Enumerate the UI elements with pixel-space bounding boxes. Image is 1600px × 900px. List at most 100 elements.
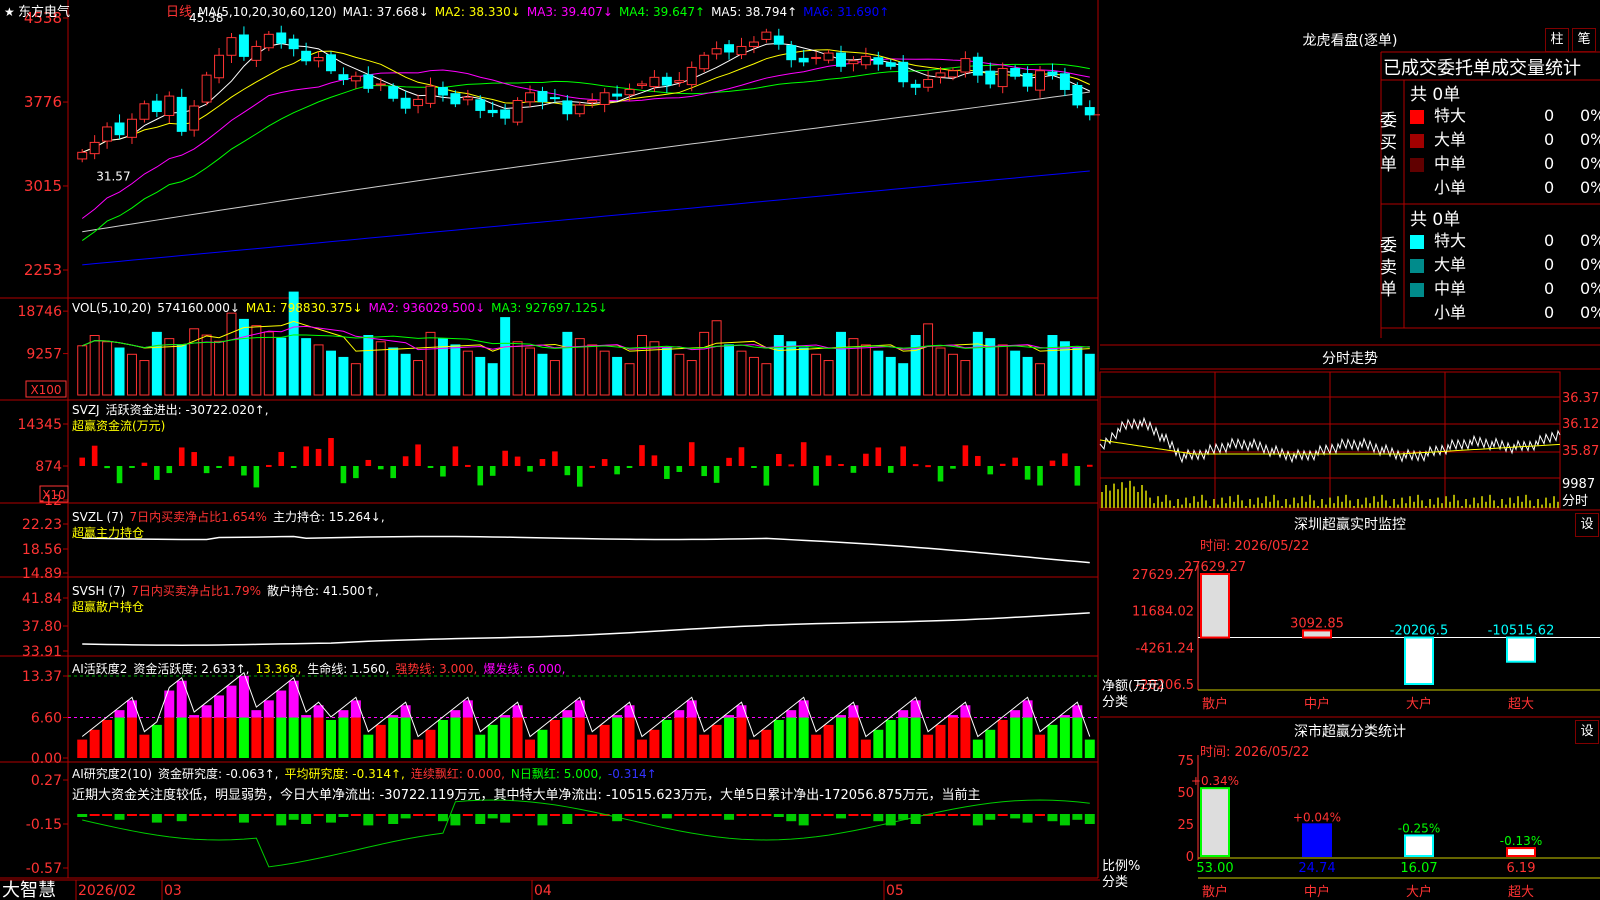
candle-body bbox=[587, 99, 598, 103]
volume-bar bbox=[537, 353, 548, 396]
ai2-bar bbox=[798, 814, 809, 826]
class-stats-value-label: 16.07 bbox=[1400, 861, 1437, 876]
ai2-bar bbox=[375, 814, 386, 816]
ai2-bar bbox=[525, 814, 535, 816]
candle-body bbox=[898, 61, 909, 83]
vol-legend-item: 574160.000↓ bbox=[157, 301, 240, 315]
volume-bar bbox=[1022, 356, 1033, 396]
svzj-bar bbox=[340, 466, 347, 484]
intraday-volume-bar bbox=[1121, 482, 1123, 508]
sell-order-row: 小单 0 0% bbox=[1408, 301, 1600, 325]
buy-order-row: 小单 0 0% bbox=[1408, 176, 1600, 200]
ai-burst-bar bbox=[1010, 710, 1021, 718]
candle-body bbox=[201, 74, 212, 103]
intraday-axis-label: 35.87 bbox=[1562, 444, 1599, 459]
sell-order-name: 大单 bbox=[1434, 255, 1467, 274]
intraday-volume-bar bbox=[1265, 496, 1267, 508]
intraday-volume-bar bbox=[1477, 503, 1479, 508]
svzj-legend-item: 活跃资金进出: -30722.020↑, bbox=[106, 402, 269, 417]
intraday-volume-bar bbox=[1213, 499, 1215, 508]
ai-bar bbox=[860, 739, 871, 758]
intraday-volume-bar bbox=[1413, 501, 1415, 508]
sz-monitor-settings-button[interactable]: 设 bbox=[1575, 513, 1599, 537]
bar-mode-button[interactable]: 柱 bbox=[1545, 28, 1569, 52]
volume-bar bbox=[114, 347, 125, 396]
sz-monitor-bar bbox=[1302, 629, 1332, 639]
candle-body bbox=[1072, 84, 1083, 106]
ai-bar bbox=[127, 717, 137, 758]
candle-body bbox=[400, 97, 411, 109]
candle-body bbox=[972, 56, 983, 76]
svzj-bar bbox=[390, 466, 396, 479]
ai-bar bbox=[699, 734, 710, 758]
ai2-bar bbox=[462, 814, 473, 816]
ai2-bar bbox=[711, 814, 722, 816]
ai2-bar bbox=[301, 814, 312, 824]
ai2-bar bbox=[836, 814, 846, 819]
class-stats-value-label: 6.19 bbox=[1507, 861, 1536, 876]
intraday-volume-bar bbox=[1517, 496, 1519, 508]
volume-bar bbox=[960, 360, 971, 396]
date-start-label: 2026/02 bbox=[78, 883, 136, 899]
svzj-bar bbox=[203, 466, 210, 474]
ai-bar bbox=[251, 717, 262, 758]
ai2-legend-item: 平均研究度: -0.314↑, bbox=[284, 766, 404, 781]
ai2-bar bbox=[649, 814, 660, 816]
svzj-axis-label: 874 bbox=[35, 459, 62, 475]
volume-bar bbox=[326, 350, 336, 396]
candle-body bbox=[313, 56, 324, 62]
class-stats-change-label: +0.04% bbox=[1293, 810, 1341, 824]
svzj-bar bbox=[838, 463, 844, 466]
sz-monitor-bar bbox=[1506, 636, 1536, 663]
intraday-volume-bar bbox=[1365, 497, 1367, 508]
intraday-volume-bar bbox=[1313, 500, 1315, 508]
candle-body bbox=[238, 34, 249, 57]
ai2-bar bbox=[400, 814, 411, 819]
intraday-volume-bar bbox=[1101, 492, 1103, 508]
ai-bar bbox=[313, 717, 324, 758]
tick-mode-button[interactable]: 笔 bbox=[1572, 28, 1596, 52]
price-axis-label: 3015 bbox=[24, 177, 62, 195]
sell-order-count: 0 bbox=[1544, 279, 1555, 298]
ai-bar bbox=[288, 717, 299, 758]
ai-legend-item: 13.368, bbox=[255, 662, 301, 676]
buy-order-percent: 0% bbox=[1580, 154, 1600, 173]
ai-legend-item: AI活跃度2 bbox=[72, 661, 127, 676]
ai-bar bbox=[649, 729, 660, 758]
intraday-volume-bar bbox=[1113, 483, 1115, 508]
candle-body bbox=[437, 86, 448, 96]
ai-bar bbox=[350, 717, 361, 758]
ai2-bar bbox=[1059, 814, 1070, 826]
ai-bar bbox=[1010, 717, 1021, 758]
ai-bar bbox=[873, 729, 884, 758]
volume-bar bbox=[400, 353, 411, 396]
svzj-bar bbox=[975, 455, 981, 466]
volume-bar bbox=[201, 334, 212, 396]
intraday-volume-bar bbox=[1189, 503, 1191, 508]
sell-order-percent: 0% bbox=[1580, 279, 1600, 298]
ai2-bar bbox=[288, 814, 299, 820]
intraday-volume-bar bbox=[1473, 497, 1475, 508]
kline-chart-area[interactable]: 453837763015225345.3831.57★ 东方电气 日线 MA(5,10… bbox=[0, 0, 1600, 900]
ai-bar bbox=[935, 724, 946, 758]
intraday-volume-bar bbox=[1525, 494, 1527, 508]
class-stats-settings-button[interactable]: 设 bbox=[1575, 720, 1599, 744]
ai-bar bbox=[537, 729, 548, 758]
candle-body bbox=[823, 52, 834, 61]
volume-bar bbox=[1047, 335, 1058, 396]
candle-body bbox=[102, 126, 113, 142]
ai2-bar bbox=[674, 814, 685, 816]
volume-bar bbox=[1084, 353, 1095, 396]
svzj-bar bbox=[266, 464, 272, 467]
candle-body bbox=[226, 37, 237, 56]
sz-monitor-title: 深圳超赢实时监控 bbox=[1294, 517, 1406, 533]
intraday-volume-bar bbox=[1229, 496, 1231, 508]
ai2-bar bbox=[500, 814, 511, 823]
ai2-bar bbox=[1035, 814, 1045, 816]
svzj-bar bbox=[1062, 453, 1068, 466]
stock-name: 东方电气 bbox=[18, 4, 70, 20]
intraday-volume-bar bbox=[1237, 494, 1239, 508]
candle-body bbox=[748, 41, 759, 47]
ai-bar bbox=[263, 717, 274, 758]
volume-bar bbox=[935, 347, 946, 396]
